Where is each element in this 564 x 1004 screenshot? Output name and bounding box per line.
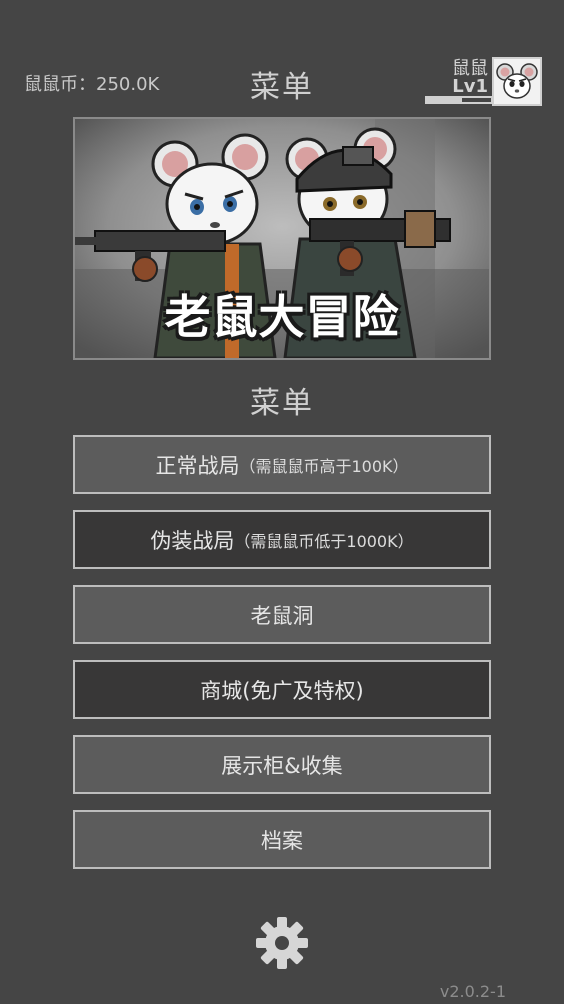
shop-label: 商城(免广及特权)	[200, 678, 364, 703]
showcase-button[interactable]: 展示柜&收集	[73, 735, 491, 794]
menu-title: 菜单	[250, 386, 314, 421]
disguise-match-note: （需鼠鼠币低于1000K）	[234, 531, 414, 551]
avatar[interactable]	[492, 57, 542, 106]
normal-match-button[interactable]: 正常战局 （需鼠鼠币高于100K）	[73, 435, 491, 494]
player-level: Lv1	[452, 76, 488, 97]
gear-icon	[256, 917, 308, 969]
disguise-match-button[interactable]: 伪装战局 （需鼠鼠币低于1000K）	[73, 510, 491, 569]
normal-match-label: 正常战局	[155, 453, 240, 478]
archive-button[interactable]: 档案	[73, 810, 491, 869]
showcase-label: 展示柜&收集	[221, 753, 343, 778]
banner-title: 老鼠大冒险	[164, 290, 400, 344]
archive-label: 档案	[261, 828, 303, 853]
settings-button[interactable]	[255, 916, 309, 970]
xp-progress-bar	[425, 96, 493, 104]
normal-match-note: （需鼠鼠币高于100K）	[239, 456, 409, 476]
white-mouse-avatar-icon	[494, 59, 540, 104]
game-banner: 老鼠大冒险	[73, 117, 491, 360]
xp-progress-fill	[427, 98, 463, 102]
disguise-match-label: 伪装战局	[150, 528, 235, 553]
mouse-hole-label: 老鼠洞	[250, 603, 314, 628]
shop-button[interactable]: 商城(免广及特权)	[73, 660, 491, 719]
version-label: v2.0.2-1	[439, 982, 506, 1001]
mouse-hole-button[interactable]: 老鼠洞	[73, 585, 491, 644]
